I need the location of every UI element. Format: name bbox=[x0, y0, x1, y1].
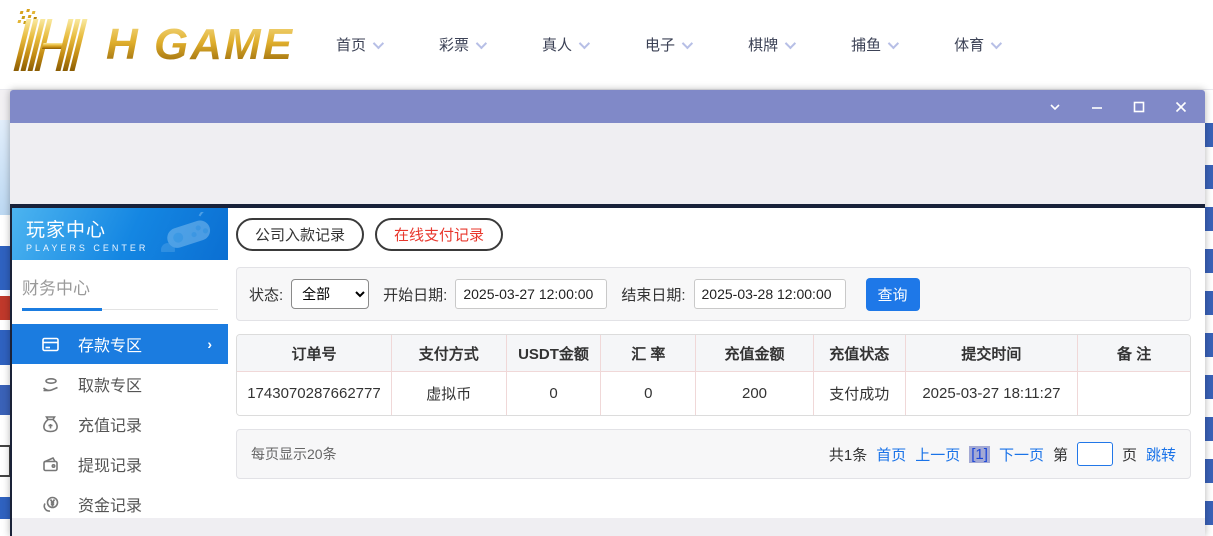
filter-bar: 状态: 全部 开始日期: 结束日期: 查询 bbox=[236, 267, 1191, 321]
col-payment-method: 支付方式 bbox=[391, 335, 507, 372]
pagination-bar: 每页显示20条 共1条 首页 上一页 [1] 下一页 第 页 跳转 bbox=[236, 429, 1191, 479]
money-bag-icon bbox=[40, 414, 60, 434]
hand-coin-icon bbox=[40, 374, 60, 394]
col-order-number: 订单号 bbox=[237, 335, 392, 372]
pagination-first[interactable]: 首页 bbox=[876, 444, 906, 465]
sidebar: 玩家中心 PLAYERS CENTER 财务中心 存款专区 › 取款专区 充值记… bbox=[12, 208, 228, 518]
end-date-input[interactable] bbox=[693, 279, 846, 309]
wallet-icon bbox=[40, 454, 60, 474]
total-count: 共1条 bbox=[828, 446, 868, 464]
player-center-modal: 玩家中心 PLAYERS CENTER 财务中心 存款专区 › 取款专区 充值记… bbox=[10, 90, 1205, 536]
nav-label: 电子 bbox=[645, 37, 676, 54]
sidebar-header: 玩家中心 PLAYERS CENTER bbox=[12, 208, 228, 260]
nav-item-chess[interactable]: 棋牌 bbox=[748, 34, 797, 55]
sidebar-item-label: 资金记录 bbox=[78, 498, 143, 515]
collapse-icon[interactable] bbox=[1047, 99, 1063, 115]
col-recharge-amount: 充值金额 bbox=[696, 335, 814, 372]
sidebar-item-label: 提现记录 bbox=[78, 458, 143, 475]
table-row: 1743070287662777 虚拟币 0 0 200 支付成功 2025-0… bbox=[237, 372, 1190, 415]
sidebar-item-deposit-zone[interactable]: 存款专区 › bbox=[12, 324, 228, 364]
chevron-down-icon bbox=[372, 37, 385, 49]
start-date-input[interactable] bbox=[455, 279, 608, 309]
cell-remark bbox=[1078, 372, 1190, 415]
tab-online-payment-records[interactable]: 在线支付记录 bbox=[375, 218, 504, 251]
coins-icon bbox=[40, 494, 60, 514]
maximize-icon[interactable] bbox=[1131, 99, 1147, 115]
end-date-label: 结束日期: bbox=[621, 286, 686, 304]
nav-label: 棋牌 bbox=[748, 37, 779, 54]
cell-recharge-status: 支付成功 bbox=[813, 372, 906, 415]
jump-prefix-label: 第 bbox=[1052, 446, 1068, 464]
sidebar-item-label: 取款专区 bbox=[78, 378, 143, 395]
cell-submit-time: 2025-03-27 18:11:27 bbox=[905, 372, 1079, 415]
chevron-down-icon bbox=[475, 37, 488, 49]
pagination-prev[interactable]: 上一页 bbox=[915, 444, 960, 465]
col-remark: 备 注 bbox=[1078, 335, 1190, 372]
start-date-label: 开始日期: bbox=[383, 286, 448, 304]
query-button[interactable]: 查询 bbox=[865, 277, 920, 311]
chevron-down-icon bbox=[887, 37, 900, 49]
cell-order-number: 1743070287662777 bbox=[237, 372, 392, 415]
jump-suffix-label: 页 bbox=[1121, 446, 1137, 464]
col-recharge-status: 充值状态 bbox=[813, 335, 906, 372]
nav-item-sports[interactable]: 体育 bbox=[954, 34, 1003, 55]
nav-label: 真人 bbox=[542, 37, 573, 54]
cell-exchange-rate: 0 bbox=[601, 372, 697, 415]
records-content: 公司入款记录 在线支付记录 状态: 全部 开始日期: 结束日期: 查询 bbox=[228, 208, 1205, 518]
sidebar-item-withdrawal-records[interactable]: 提现记录 bbox=[12, 444, 228, 484]
nav-label: 捕鱼 bbox=[851, 37, 882, 54]
jump-button[interactable]: 跳转 bbox=[1146, 444, 1176, 465]
sidebar-section-rule bbox=[22, 308, 218, 311]
tab-company-deposit-records[interactable]: 公司入款记录 bbox=[236, 218, 365, 251]
nav-label: 首页 bbox=[336, 37, 367, 54]
nav-label: 体育 bbox=[954, 37, 985, 54]
sidebar-item-fund-records[interactable]: 资金记录 bbox=[12, 484, 228, 524]
nav-item-home[interactable]: 首页 bbox=[336, 34, 385, 55]
table-header-row: 订单号 支付方式 USDT金额 汇 率 充值金额 充值状态 提交时间 备 注 bbox=[237, 335, 1190, 372]
brand-logo-mark-icon bbox=[2, 10, 104, 77]
brand-logo[interactable]: H GAME bbox=[10, 8, 294, 82]
sidebar-item-recharge-records[interactable]: 充值记录 bbox=[12, 404, 228, 444]
top-navbar: H GAME 首页 彩票 真人 电子 棋牌 捕鱼 体育 bbox=[0, 0, 1213, 90]
chevron-down-icon bbox=[578, 37, 591, 49]
col-usdt-amount: USDT金额 bbox=[506, 335, 602, 372]
close-icon[interactable] bbox=[1173, 99, 1189, 115]
nav-item-fishing[interactable]: 捕鱼 bbox=[851, 34, 900, 55]
sidebar-section-title: 财务中心 bbox=[22, 279, 90, 298]
sidebar-menu: 存款专区 › 取款专区 充值记录 提现记录 资金记录 bbox=[12, 324, 228, 524]
player-center-panel: 玩家中心 PLAYERS CENTER 财务中心 存款专区 › 取款专区 充值记… bbox=[12, 208, 1205, 518]
chevron-down-icon bbox=[990, 37, 1003, 49]
page-size-text: 每页显示20条 bbox=[251, 446, 337, 462]
pagination-controls: 共1条 首页 上一页 [1] 下一页 第 页 跳转 bbox=[829, 442, 1176, 466]
nav-item-lottery[interactable]: 彩票 bbox=[439, 34, 488, 55]
sidebar-item-label: 充值记录 bbox=[78, 418, 143, 435]
main-nav: 首页 彩票 真人 电子 棋牌 捕鱼 体育 bbox=[336, 34, 1003, 55]
nav-item-slots[interactable]: 电子 bbox=[645, 34, 694, 55]
record-tabs: 公司入款记录 在线支付记录 bbox=[236, 218, 1191, 251]
modal-titlebar bbox=[10, 90, 1205, 123]
cell-recharge-amount: 200 bbox=[696, 372, 814, 415]
gamepad-icon bbox=[161, 212, 211, 252]
minimize-icon[interactable] bbox=[1089, 99, 1105, 115]
sidebar-item-label: 存款专区 bbox=[78, 338, 143, 355]
status-label: 状态: bbox=[249, 286, 284, 304]
col-submit-time: 提交时间 bbox=[905, 335, 1079, 372]
status-select[interactable]: 全部 bbox=[291, 279, 370, 309]
chevron-down-icon bbox=[784, 37, 797, 49]
chevron-right-icon: › bbox=[207, 336, 212, 352]
records-table: 订单号 支付方式 USDT金额 汇 率 充值金额 充值状态 提交时间 备 注 1… bbox=[236, 334, 1191, 416]
pagination-next[interactable]: 下一页 bbox=[999, 444, 1044, 465]
background-right-strip bbox=[1205, 123, 1213, 536]
cell-usdt-amount: 0 bbox=[506, 372, 602, 415]
nav-label: 彩票 bbox=[439, 37, 470, 54]
sidebar-item-withdraw-zone[interactable]: 取款专区 bbox=[12, 364, 228, 404]
cell-payment-method: 虚拟币 bbox=[391, 372, 507, 415]
page-jump-input[interactable] bbox=[1076, 442, 1113, 466]
chevron-down-icon bbox=[681, 37, 694, 49]
brand-logo-text: H GAME bbox=[106, 19, 294, 69]
pagination-current-page[interactable]: [1] bbox=[969, 445, 990, 463]
col-exchange-rate: 汇 率 bbox=[601, 335, 697, 372]
nav-item-live-casino[interactable]: 真人 bbox=[542, 34, 591, 55]
deposit-card-icon bbox=[40, 334, 60, 354]
